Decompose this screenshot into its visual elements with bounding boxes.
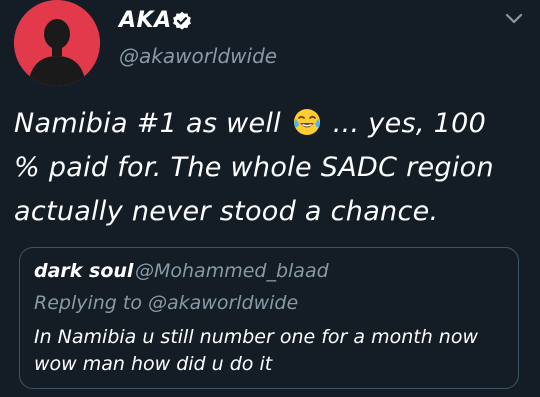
quoted-author-name: dark soul [34, 260, 134, 282]
quoted-text-line: wow man how did u do it [34, 353, 273, 375]
tweet-text-segment: Namibia #1 as well [14, 108, 281, 139]
person-silhouette-icon [14, 0, 100, 86]
tweet-text: Namibia #1 as well ... yes, 100 % paid f… [14, 102, 534, 234]
quoted-text-line: In Namibia u still number one for a mont… [34, 326, 479, 348]
chevron-down-icon[interactable] [504, 12, 524, 26]
face-with-tears-of-joy-icon [293, 109, 320, 135]
author-handle[interactable]: @akaworldwide [119, 44, 277, 68]
tweet-line: actually never stood a chance. [14, 196, 439, 227]
author-name[interactable]: AKA [119, 8, 172, 33]
avatar[interactable] [14, 0, 100, 86]
quoted-tweet-text: In Namibia u still number one for a mont… [34, 324, 510, 378]
tweet-text-segment: ... yes, 100 [332, 108, 487, 139]
tweet-line: % paid for. The whole SADC region [14, 152, 494, 183]
tweet-line: Namibia #1 as well ... yes, 100 [14, 102, 534, 146]
quoted-tweet-card[interactable]: dark soul @Mohammed_blaad Replying to @a… [19, 247, 519, 389]
verified-badge-icon [173, 11, 191, 30]
quoted-author-handle: @Mohammed_blaad [135, 260, 329, 282]
replying-to-label: Replying to @akaworldwide [34, 292, 299, 314]
